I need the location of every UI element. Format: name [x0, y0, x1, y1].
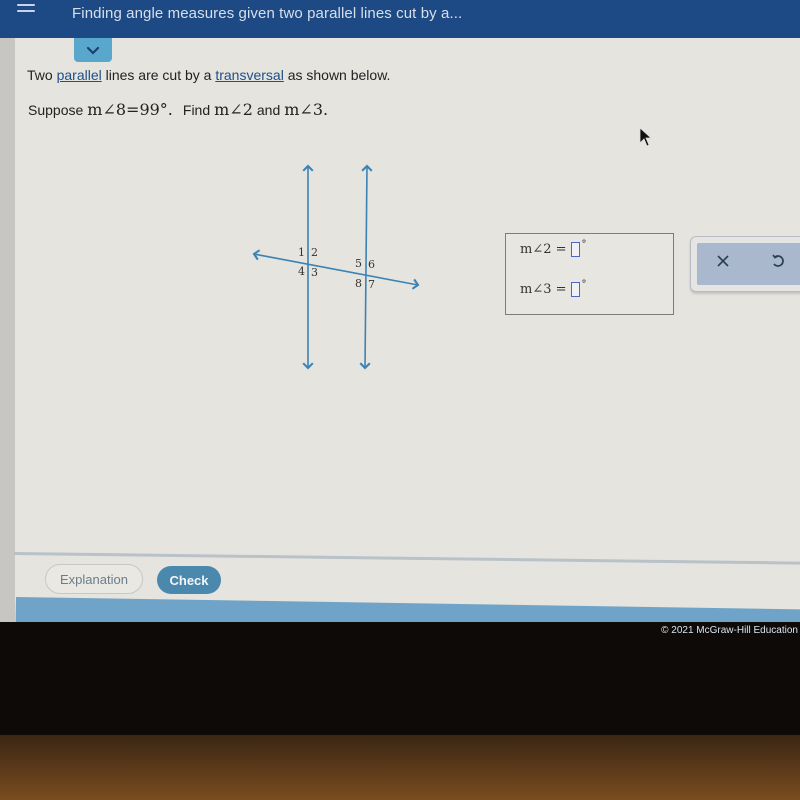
mouse-cursor-icon [639, 127, 653, 147]
parallel-line-right [359, 164, 373, 370]
suppose-label: Suppose [28, 102, 84, 118]
angle-3-input[interactable] [570, 282, 580, 297]
close-icon [717, 255, 729, 267]
angle-label-1: 1 [298, 246, 305, 259]
footer-bar [15, 597, 800, 622]
clear-button[interactable] [711, 249, 735, 273]
given-angle: m∠8=99°. [87, 100, 173, 119]
undo-icon [772, 254, 784, 267]
angle-label-2: 2 [311, 246, 318, 259]
answer-label-angle-2: m∠2 = [520, 242, 567, 257]
transversal-link[interactable]: transversal [215, 67, 283, 83]
check-button[interactable]: Check [157, 566, 221, 594]
angle-label-5: 5 [355, 257, 362, 270]
copyright-text: © 2021 McGraw-Hill Education [661, 625, 798, 636]
parallel-lines-diagram: 1 2 4 3 5 6 8 7 [252, 164, 420, 370]
degree-symbol: ° [581, 239, 587, 250]
chevron-down-icon [86, 46, 100, 55]
problem-statement: Two parallel lines are cut by a transver… [27, 67, 390, 83]
undo-button[interactable] [766, 249, 790, 273]
problem-given: Suppose m∠8=99°. Find m∠2 and m∠3. [28, 100, 328, 119]
angle-label-7: 7 [368, 278, 375, 291]
problem-text: as shown below. [283, 67, 391, 83]
transversal-line [252, 249, 420, 290]
angle-label-3: 3 [311, 266, 318, 279]
top-bar: Finding angle measures given two paralle… [0, 0, 800, 38]
answer-tools-panel [690, 236, 800, 292]
answer-row-angle-2: m∠2 = ° [520, 239, 587, 257]
parallel-link[interactable]: parallel [57, 67, 102, 83]
divider [13, 552, 800, 565]
degree-symbol: ° [581, 279, 587, 290]
answer-label-angle-3: m∠3 = [520, 282, 567, 297]
angle-2-input[interactable] [570, 242, 580, 257]
and-label: and [256, 102, 281, 118]
topic-title: Finding angle measures given two paralle… [72, 5, 463, 22]
left-edge [0, 38, 15, 622]
angle-label-6: 6 [368, 258, 375, 271]
screen: Finding angle measures given two paralle… [0, 0, 800, 622]
find-angle-2: m∠2 [214, 100, 253, 119]
hamburger-menu-icon[interactable] [17, 4, 35, 16]
find-angle-3: m∠3. [284, 100, 329, 119]
find-label: Find [182, 102, 211, 118]
answer-row-angle-3: m∠3 = ° [520, 279, 587, 297]
desk-surface [0, 735, 800, 800]
answer-box: m∠2 = ° m∠3 = ° [505, 233, 674, 315]
collapse-toggle-button[interactable] [74, 38, 112, 62]
explanation-button[interactable]: Explanation [45, 564, 143, 594]
problem-text: Two [27, 67, 57, 83]
angle-label-4: 4 [298, 265, 305, 278]
problem-text: lines are cut by a [101, 67, 216, 83]
angle-label-8: 8 [355, 277, 362, 290]
